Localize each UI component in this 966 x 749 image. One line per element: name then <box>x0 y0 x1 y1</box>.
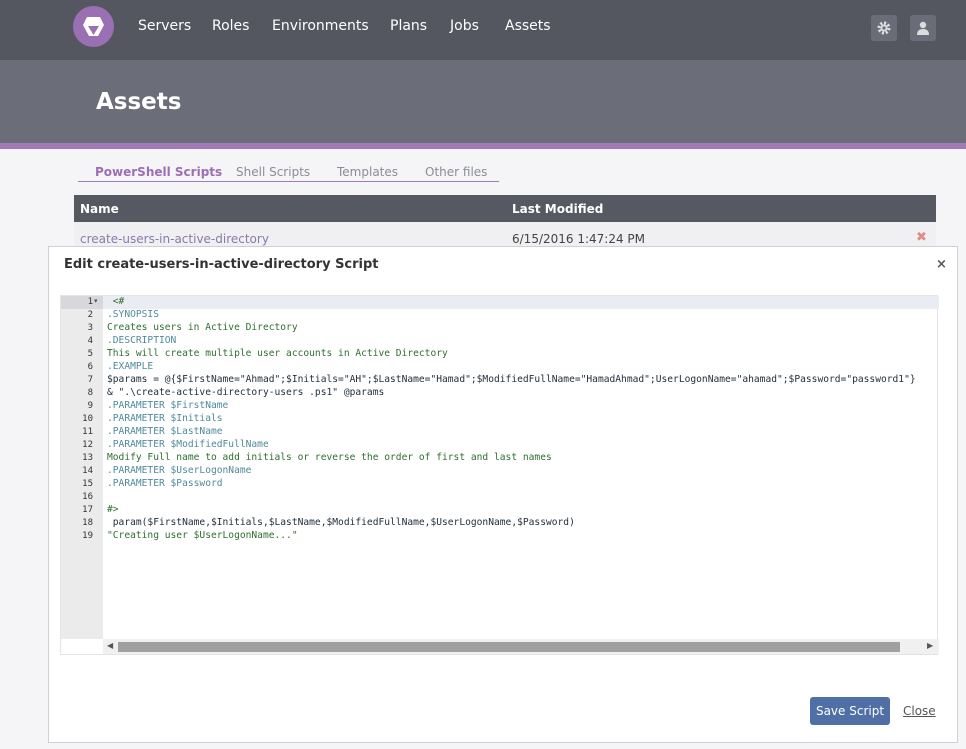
line-number: 3 <box>87 323 93 333</box>
line-number: 4 <box>87 336 93 346</box>
line-number: 6 <box>87 362 93 372</box>
code-line: .PARAMETER $ModifiedFullName <box>107 439 269 450</box>
code-line: <# <box>107 296 125 307</box>
line-number: 15 <box>82 479 93 489</box>
code-line: .SYNOPSIS <box>107 309 159 320</box>
column-name[interactable]: Name <box>80 202 119 216</box>
code-line: Creates users in Active Directory <box>107 322 298 333</box>
code-editor[interactable]: ▾ 1 <# 2 .SYNOPSIS 3 Creates users in Active… <box>60 295 939 655</box>
nav-jobs[interactable]: Jobs <box>450 18 479 34</box>
code-line: param($FirstName,$Initials,$LastName,$Mo… <box>107 517 575 528</box>
save-script-button[interactable]: Save Script <box>810 697 890 725</box>
line-number: 17 <box>82 505 93 515</box>
code-line: $params = @{$FirstName="Ahmad";$Initials… <box>107 374 916 385</box>
column-last-modified[interactable]: Last Modified <box>512 202 603 216</box>
line-number: 7 <box>87 375 93 385</box>
app-logo[interactable] <box>73 6 114 47</box>
line-number: 12 <box>82 440 93 450</box>
script-name-link[interactable]: create-users-in-active-directory <box>80 232 269 246</box>
code-line: #> <box>107 504 119 515</box>
line-number: 8 <box>87 388 93 398</box>
line-number: 2 <box>87 310 93 320</box>
line-number: 5 <box>87 349 93 359</box>
line-number: 19 <box>82 531 93 541</box>
code-line: Modify Full name to add initials or reve… <box>107 452 552 463</box>
last-modified-cell: 6/15/2016 1:47:24 PM <box>512 232 646 246</box>
tab-templates[interactable]: Templates <box>337 165 398 179</box>
code-line: & ".\create-active-directory-users .ps1"… <box>107 387 385 398</box>
settings-button[interactable] <box>871 15 897 41</box>
page-title: Assets <box>96 89 182 115</box>
code-line: .PARAMETER $UserLogonName <box>107 465 252 476</box>
line-number: 1 <box>87 297 93 307</box>
nav-roles[interactable]: Roles <box>212 18 249 34</box>
line-number: 16 <box>82 492 93 502</box>
active-line-highlight <box>61 296 939 309</box>
table-header: Name Last Modified <box>74 195 936 222</box>
code-line: .PARAMETER $Password <box>107 478 223 489</box>
tab-powershell-scripts[interactable]: PowerShell Scripts <box>95 165 222 179</box>
scroll-left-icon[interactable]: ◀ <box>107 641 113 650</box>
line-number: 9 <box>87 401 93 411</box>
scrollbar-thumb[interactable] <box>118 642 900 652</box>
nav-assets[interactable]: Assets <box>505 18 551 34</box>
nav-plans[interactable]: Plans <box>390 18 427 34</box>
delete-icon[interactable]: ✖ <box>916 230 927 245</box>
nav-servers[interactable]: Servers <box>138 18 191 34</box>
code-line: "Creating user $UserLogonName..." <box>107 530 298 541</box>
top-navbar: Servers Roles Environments Plans Jobs As… <box>0 0 966 60</box>
line-number: 10 <box>82 414 93 424</box>
code-line: .EXAMPLE <box>107 361 154 372</box>
asset-tabs: PowerShell Scripts Shell Scripts Templat… <box>78 160 499 182</box>
code-line: This will create multiple user accounts … <box>107 348 448 359</box>
scroll-right-icon[interactable]: ▶ <box>927 641 933 650</box>
horizontal-scrollbar[interactable]: ◀ ▶ <box>103 639 939 654</box>
accent-stripe <box>0 143 966 149</box>
line-number: 11 <box>82 427 93 437</box>
code-line: .PARAMETER $LastName <box>107 426 223 437</box>
code-line: .PARAMETER $FirstName <box>107 400 229 411</box>
nav-environments[interactable]: Environments <box>272 18 369 34</box>
tab-shell-scripts[interactable]: Shell Scripts <box>236 165 310 179</box>
page-header: Assets <box>0 60 966 143</box>
fold-arrow-icon[interactable]: ▾ <box>94 297 98 305</box>
dialog-title: Edit create-users-in-active-directory Sc… <box>64 257 379 272</box>
edit-script-dialog: Edit create-users-in-active-directory Sc… <box>48 246 958 743</box>
line-number: 14 <box>82 466 93 476</box>
line-number: 18 <box>82 518 93 528</box>
line-number: 13 <box>82 453 93 463</box>
close-icon[interactable]: × <box>936 257 947 272</box>
close-link[interactable]: Close <box>903 704 936 718</box>
user-icon <box>917 21 929 35</box>
user-button[interactable] <box>910 15 936 41</box>
code-line: .DESCRIPTION <box>107 335 177 346</box>
gear-icon <box>877 21 891 35</box>
code-line: .PARAMETER $Initials <box>107 413 223 424</box>
tab-other-files[interactable]: Other files <box>425 165 487 179</box>
